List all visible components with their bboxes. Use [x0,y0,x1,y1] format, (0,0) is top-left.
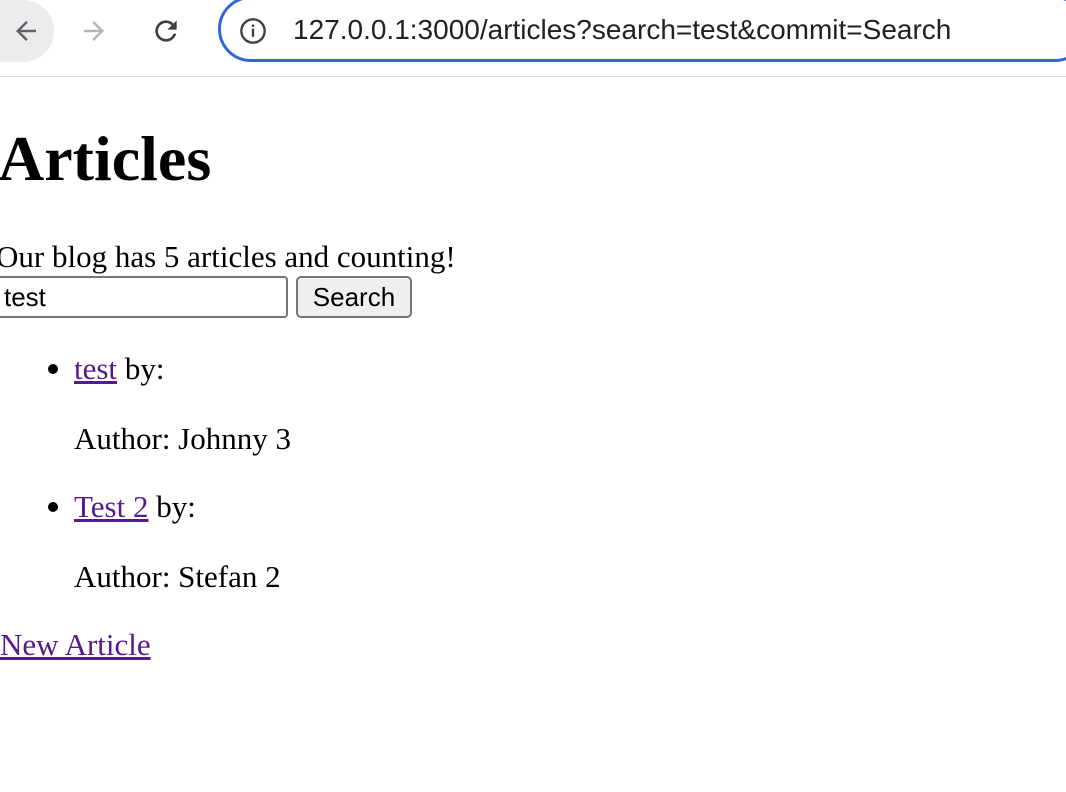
forward-button[interactable] [66,0,122,62]
article-title-line: Test 2 by: [74,486,196,528]
browser-toolbar: 127.0.0.1:3000/articles?search=test&comm… [0,0,1066,77]
article-link[interactable]: Test 2 [74,489,148,524]
new-article-link[interactable]: New Article [0,624,151,666]
article-link[interactable]: test [74,351,117,386]
arrow-right-icon [84,21,104,41]
back-button[interactable] [0,0,54,62]
author-text: Author: Stefan 2 [74,559,281,594]
reload-button[interactable] [138,0,194,62]
address-bar[interactable]: 127.0.0.1:3000/articles?search=test&comm… [218,0,1066,62]
by-text: by: [148,489,196,524]
reload-icon [155,20,177,42]
search-input[interactable] [0,276,288,318]
article-title-line: test by: [74,348,164,390]
bullet-icon [48,502,58,512]
article-count-text: Our blog has 5 articles and counting! [0,239,456,274]
bullet-icon [48,364,58,374]
page-title: Articles [0,123,212,194]
author-text: Author: Johnny 3 [74,421,291,456]
search-button[interactable]: Search [296,276,412,318]
by-text: by: [117,351,165,386]
arrow-left-icon [16,21,36,41]
url-text[interactable]: 127.0.0.1:3000/articles?search=test&comm… [293,14,951,46]
info-circle-icon[interactable] [239,17,267,45]
